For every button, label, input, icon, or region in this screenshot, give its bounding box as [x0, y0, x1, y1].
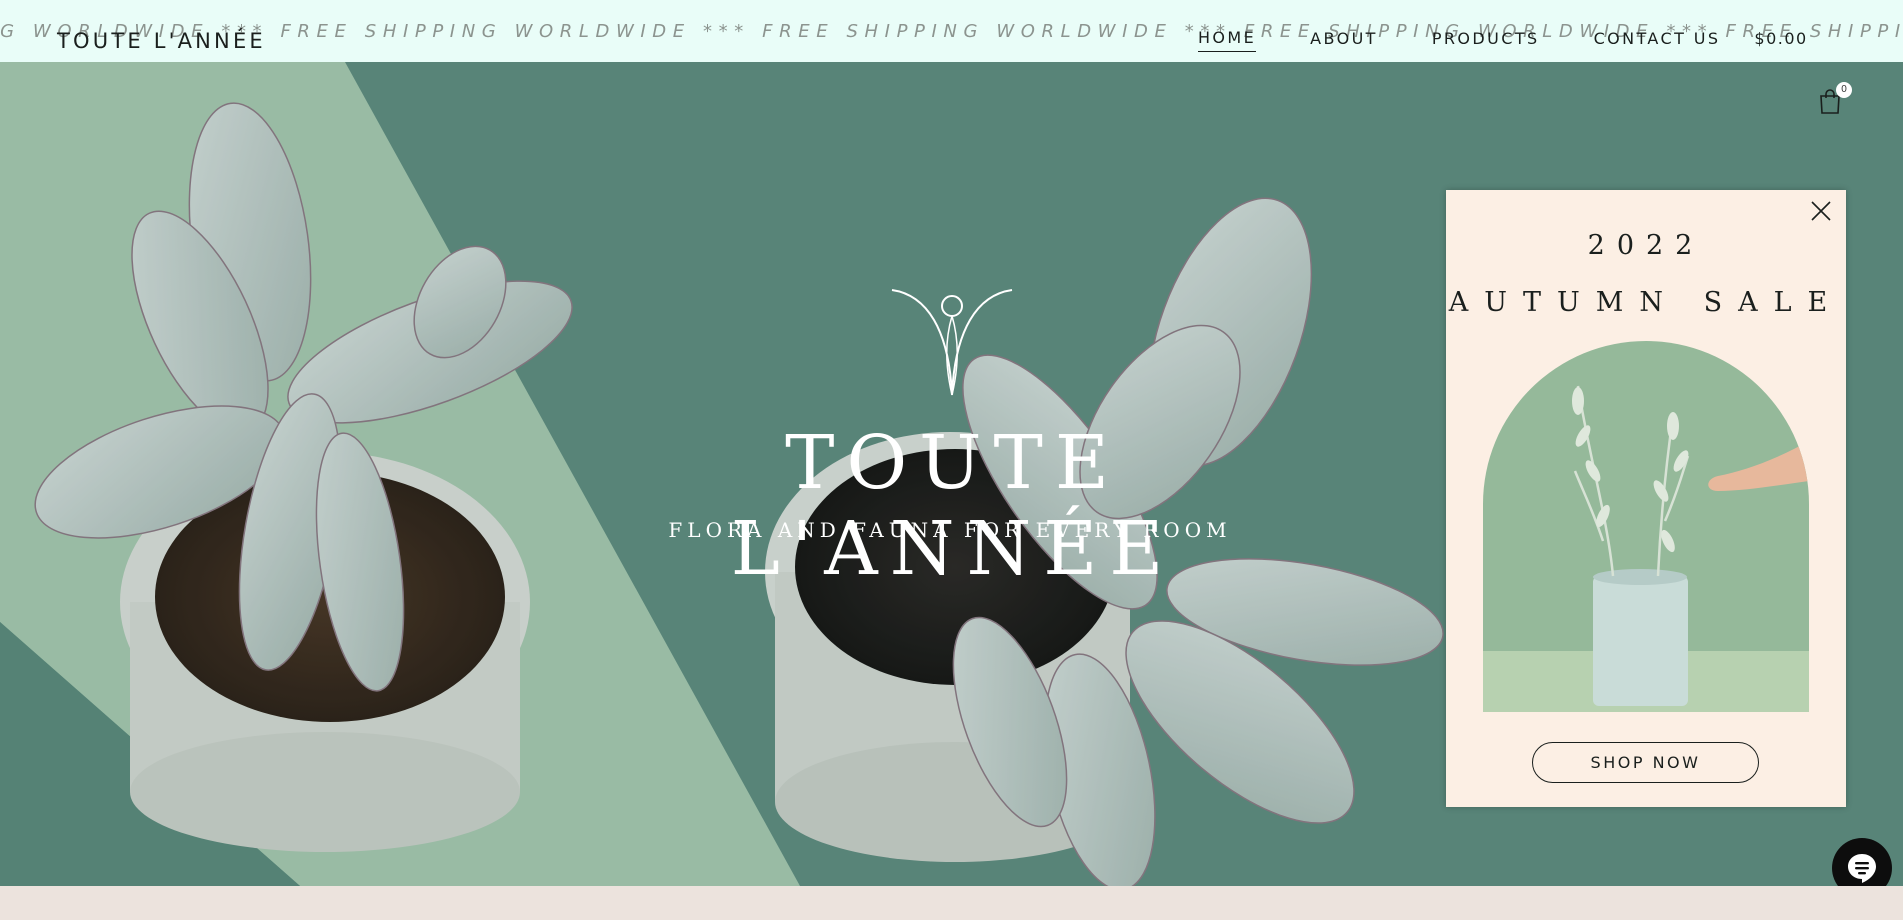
nav-item-home[interactable]: HOME [1198, 28, 1257, 52]
nav-item-products[interactable]: PRODUCTS [1432, 29, 1540, 52]
hero-subtitle: FLORA AND FAUNA FOR EVERY ROOM [668, 518, 1232, 542]
hero-title: TOUTE L'ANNÉE [730, 420, 1176, 592]
cart-amount[interactable]: $0.00 [1754, 29, 1807, 52]
next-section-strip [0, 886, 1903, 920]
popup-year: 2022 [1587, 230, 1705, 261]
main-nav: HOME ABOUT PRODUCTS CONTACT US $0.00 [1198, 28, 1808, 52]
popup-title: AUTUMN SALE [1448, 287, 1844, 318]
popup-plant-image [1483, 341, 1809, 712]
brand-logo-text[interactable]: TOUTE L'ANNÉE [57, 29, 266, 53]
chat-icon [1848, 854, 1876, 883]
nav-item-contact-us[interactable]: CONTACT US [1594, 29, 1721, 52]
cart-count-badge: 0 [1836, 82, 1852, 98]
flower-logo-icon [891, 289, 1013, 396]
close-icon[interactable] [1810, 200, 1832, 222]
shop-now-button[interactable]: SHOP NOW [1532, 742, 1759, 783]
nav-item-about[interactable]: ABOUT [1310, 29, 1378, 52]
